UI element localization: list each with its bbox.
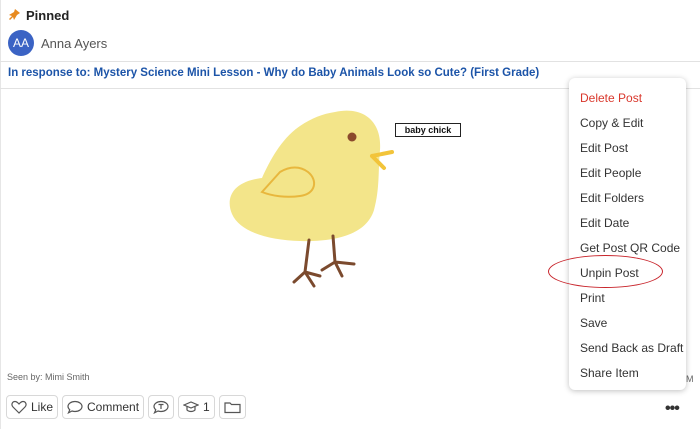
- folder-button[interactable]: [218, 395, 246, 419]
- chick-leg-right: [320, 234, 356, 278]
- like-label: Like: [31, 400, 54, 414]
- drawing-label: baby chick: [395, 123, 461, 137]
- chick-body: [229, 110, 381, 242]
- menu-item-save[interactable]: Save: [580, 316, 607, 330]
- action-bar: Like Comment 1: [6, 395, 246, 419]
- menu-item-share-item[interactable]: Share Item: [580, 366, 639, 380]
- menu-item-copy-edit[interactable]: Copy & Edit: [580, 116, 643, 130]
- divider: [0, 61, 700, 62]
- translate-icon: [153, 400, 169, 414]
- like-button[interactable]: Like: [6, 395, 59, 419]
- chick-leg-left: [292, 238, 322, 288]
- speech-bubble-icon: [67, 400, 83, 414]
- pushpin-icon: [8, 8, 22, 22]
- heart-icon: [11, 400, 27, 414]
- menu-item-send-back-draft[interactable]: Send Back as Draft: [580, 341, 683, 355]
- author-name[interactable]: Anna Ayers: [41, 36, 107, 51]
- menu-item-get-qr-code[interactable]: Get Post QR Code: [580, 241, 680, 255]
- level-button[interactable]: 1: [178, 395, 215, 419]
- author-row: AA Anna Ayers: [8, 30, 107, 56]
- menu-item-edit-people[interactable]: Edit People: [580, 166, 641, 180]
- comment-label: Comment: [87, 400, 140, 414]
- menu-item-unpin-post[interactable]: Unpin Post: [580, 266, 639, 280]
- translate-button[interactable]: [148, 395, 175, 419]
- menu-item-delete-post[interactable]: Delete Post: [580, 91, 642, 105]
- graduation-cap-icon: [183, 400, 200, 414]
- avatar[interactable]: AA: [8, 30, 34, 56]
- level-count: 1: [203, 400, 210, 414]
- more-horizontal-icon[interactable]: •••: [665, 400, 680, 418]
- folder-icon: [224, 400, 241, 414]
- response-link[interactable]: In response to: Mystery Science Mini Les…: [8, 67, 539, 79]
- menu-item-edit-date[interactable]: Edit Date: [580, 216, 629, 230]
- menu-item-print[interactable]: Print: [580, 291, 605, 305]
- menu-item-edit-folders[interactable]: Edit Folders: [580, 191, 644, 205]
- menu-item-edit-post[interactable]: Edit Post: [580, 141, 628, 155]
- pinned-label: Pinned: [26, 7, 70, 23]
- chick-eye: [347, 132, 357, 142]
- truncated-text: M: [686, 374, 694, 384]
- post-options-menu: Delete Post Copy & Edit Edit Post Edit P…: [569, 78, 686, 390]
- seen-by-text: Seen by: Mimi Smith: [7, 372, 90, 382]
- post-card: Pinned AA Anna Ayers In response to: Mys…: [0, 0, 700, 429]
- comment-button[interactable]: Comment: [62, 395, 145, 419]
- pinned-indicator: Pinned: [8, 7, 69, 23]
